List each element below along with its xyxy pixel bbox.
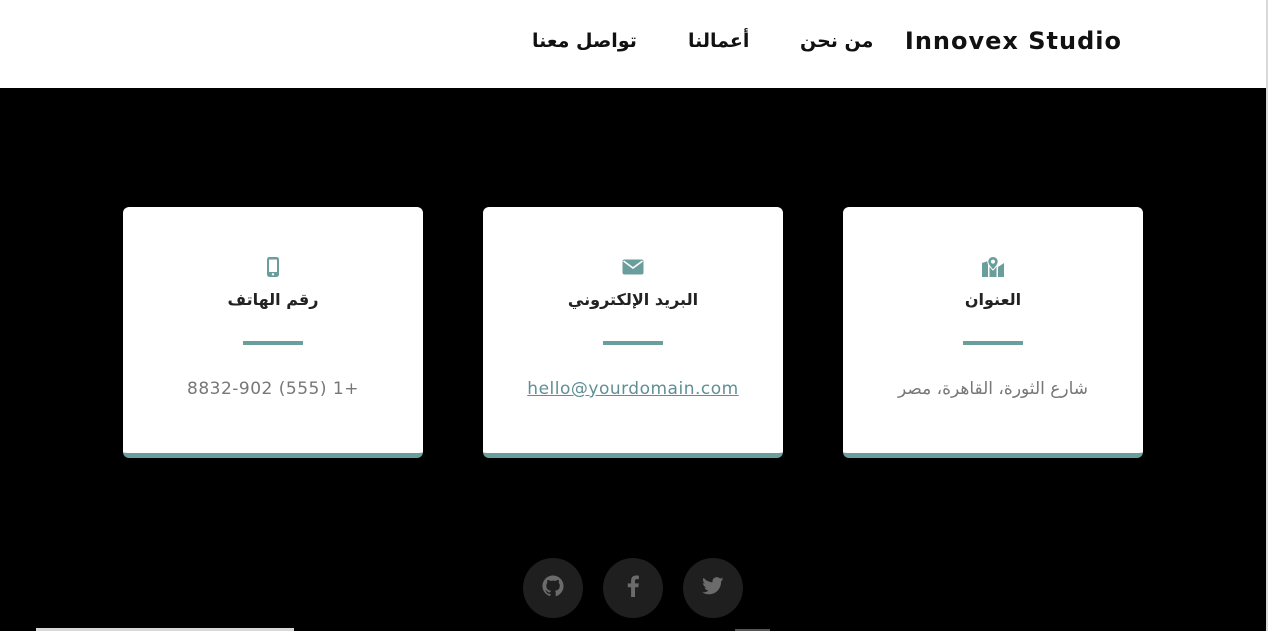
top-navbar: Innovex Studio من نحن أعمالنا تواصل معنا [0, 0, 1268, 88]
github-button[interactable] [523, 558, 583, 618]
phone-card: رقم الهاتف +1 (555) 8832-902 [123, 207, 423, 458]
github-icon [542, 575, 564, 601]
nav-link-about[interactable]: من نحن [800, 30, 873, 52]
phone-title: رقم الهاتف [227, 290, 319, 309]
card-divider [243, 341, 303, 345]
email-card: البريد الإلكتروني hello@yourdomain.com [483, 207, 783, 458]
address-title: العنوان [964, 290, 1022, 309]
twitter-button[interactable] [683, 558, 743, 618]
card-divider [603, 341, 663, 345]
email-title: البريد الإلكتروني [567, 290, 699, 309]
address-card: العنوان شارع الثورة، القاهرة، مصر [843, 207, 1143, 458]
brand-logo[interactable]: Innovex Studio [905, 27, 1122, 55]
map-marker-icon [843, 255, 1143, 279]
envelope-icon [483, 255, 783, 279]
email-link[interactable]: hello@yourdomain.com [527, 379, 738, 399]
nav-link-contact[interactable]: تواصل معنا [532, 30, 637, 52]
phone-number: +1 (555) 8832-902 [187, 379, 359, 399]
twitter-icon [702, 577, 724, 599]
card-divider [963, 341, 1023, 345]
mobile-phone-icon [123, 255, 423, 279]
nav-link-work[interactable]: أعمالنا [688, 30, 749, 52]
address-text: شارع الثورة، القاهرة، مصر [897, 379, 1089, 399]
facebook-icon [627, 575, 639, 601]
facebook-button[interactable] [603, 558, 663, 618]
